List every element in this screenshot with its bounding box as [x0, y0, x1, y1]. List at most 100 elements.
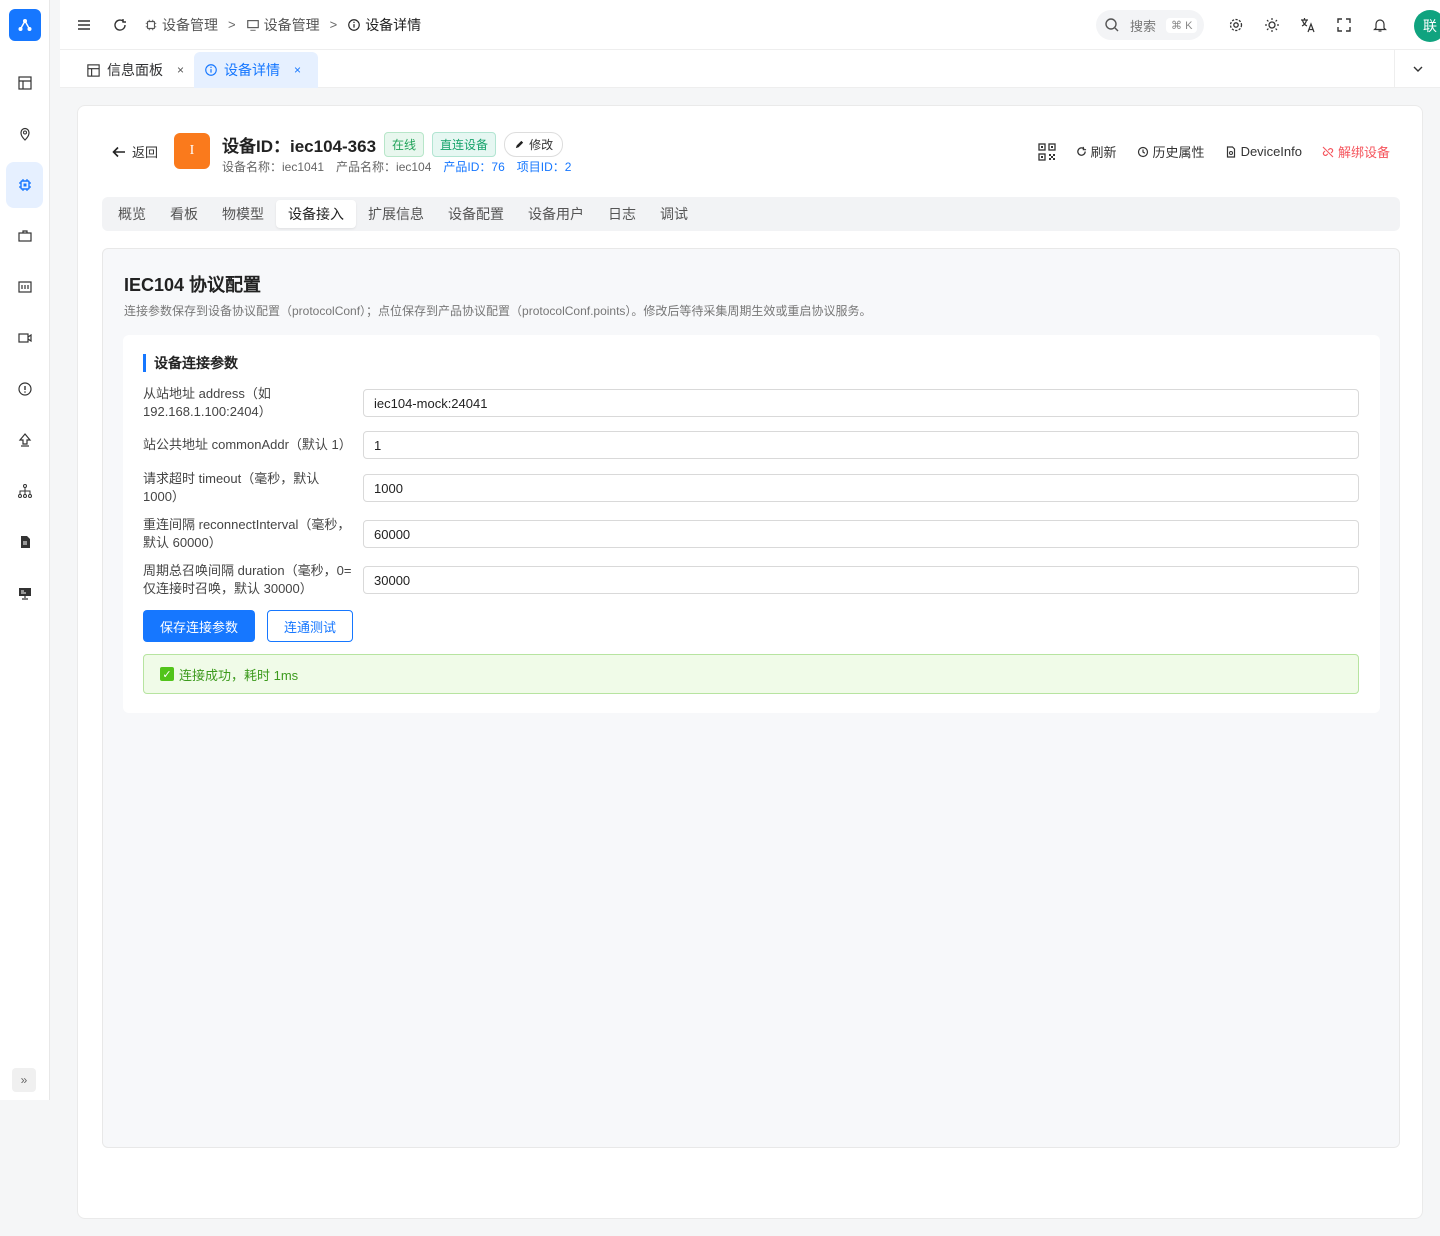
user-avatar[interactable]: 联	[1414, 10, 1440, 42]
section-title: 设备连接参数	[143, 354, 238, 372]
screen-icon	[18, 588, 31, 600]
theme-toggle-button[interactable]	[1262, 15, 1282, 35]
qrcode-button[interactable]	[1037, 142, 1056, 161]
qrcode-icon	[1037, 142, 1056, 161]
tab-device-access[interactable]: 设备接入	[276, 200, 356, 228]
breadcrumb-item: 设备详情	[347, 15, 421, 35]
refresh-label: 刷新	[1090, 145, 1117, 160]
breadcrumb-item[interactable]: 设备管理	[246, 15, 320, 35]
breadcrumb-label: 设备管理	[263, 16, 320, 33]
field-label: 周期总召唤间隔 duration（毫秒，0=仅连接时召唤，默认 30000）	[143, 563, 352, 596]
sidebar-item-map[interactable]	[6, 111, 43, 157]
breadcrumb: 设备管理 > 设备管理 > 设备详情	[144, 15, 421, 35]
sidebar-item-briefcase[interactable]	[6, 213, 43, 259]
bell-icon	[1373, 19, 1387, 32]
sidebar-item-screen[interactable]	[6, 570, 43, 616]
gear-icon	[1229, 18, 1243, 32]
dashboard-icon	[17, 76, 32, 90]
tab-dropdown-button[interactable]	[1394, 50, 1440, 88]
device-title: 设备ID：iec104-363	[222, 137, 377, 156]
briefcase-icon	[17, 230, 32, 242]
logo-icon	[18, 19, 32, 31]
menu-toggle-button[interactable]	[72, 13, 96, 37]
tab-dashboard[interactable]: 信息面板 ×	[76, 52, 194, 88]
edit-button[interactable]: 修改	[504, 132, 564, 157]
app-logo[interactable]	[9, 9, 41, 41]
video-icon	[17, 333, 32, 343]
notifications-button[interactable]	[1370, 15, 1390, 35]
search-button[interactable]: 搜索 ⌘ K	[1096, 10, 1204, 40]
device-icon	[246, 19, 259, 31]
address-input[interactable]: iec104-mock:24041	[363, 389, 1359, 417]
settings-button[interactable]	[1226, 15, 1246, 35]
search-label: 搜索	[1130, 18, 1157, 34]
sidebar-item-dashboard[interactable]	[6, 60, 43, 106]
connection-result-alert: ✓ 连接成功，耗时 1ms	[143, 654, 1359, 694]
sidebar-item-devices[interactable]	[6, 162, 43, 208]
device-avatar: I	[174, 133, 210, 169]
breadcrumb-item[interactable]: 设备管理	[144, 15, 218, 35]
tab-thing-model[interactable]: 物模型	[210, 200, 276, 228]
field-common-addr: 站公共地址 commonAddr（默认 1） 1	[143, 431, 1359, 459]
sidebar-item-monitor[interactable]	[6, 264, 43, 310]
history-button[interactable]: 历史属性	[1137, 142, 1205, 161]
edit-label: 修改	[529, 138, 554, 152]
device-detail-card: 返回 I 设备ID：iec104-363 在线 直连设备 修改 设备名称：iec…	[77, 105, 1423, 1219]
hamburger-icon	[78, 19, 90, 30]
device-title-row: 设备ID：iec104-363 在线 直连设备 修改	[222, 132, 564, 157]
tab-bar: 信息面板 × 设备详情 ×	[60, 50, 1440, 88]
device-actions: 刷新 历史属性 DeviceInfo 解绑设备	[1037, 142, 1390, 161]
common-addr-input[interactable]: 1	[363, 431, 1359, 459]
duration-input[interactable]: 30000	[363, 566, 1359, 594]
back-button[interactable]: 返回	[112, 142, 158, 161]
project-id-link[interactable]: 项目ID：2	[517, 158, 572, 175]
status-badge: 在线	[384, 132, 425, 157]
result-text: 连接成功，耗时 1ms	[179, 667, 299, 683]
deviceinfo-button[interactable]: DeviceInfo	[1225, 144, 1302, 159]
unlink-icon	[1322, 146, 1334, 157]
sidebar-item-documents[interactable]	[6, 519, 43, 565]
reload-button[interactable]	[108, 13, 132, 37]
map-pin-icon	[19, 127, 30, 141]
sidebar-item-network[interactable]	[6, 468, 43, 514]
tab-extended-info[interactable]: 扩展信息	[356, 200, 436, 228]
panel-title: IEC104 协议配置	[124, 275, 262, 295]
tab-debug[interactable]: 调试	[648, 200, 700, 228]
sidebar-item-video[interactable]	[6, 315, 43, 361]
protocol-config-panel: IEC104 协议配置 连接参数保存到设备协议配置（protocolConf）；…	[102, 248, 1400, 1148]
sun-icon	[1265, 18, 1279, 32]
refresh-button[interactable]: 刷新	[1076, 142, 1117, 161]
timeout-input[interactable]: 1000	[363, 474, 1359, 502]
close-icon[interactable]: ×	[294, 63, 301, 77]
tab-device-users[interactable]: 设备用户	[516, 200, 596, 228]
breadcrumb-label: 设备详情	[365, 16, 422, 33]
tab-overview[interactable]: 概览	[106, 200, 158, 228]
close-icon[interactable]: ×	[177, 63, 184, 77]
product-id-link[interactable]: 产品ID：76	[443, 158, 504, 175]
device-meta: 设备名称：iec1041 产品名称：iec104 产品ID：76 项目ID：2	[222, 158, 571, 175]
top-bar: 设备管理 > 设备管理 > 设备详情 搜索 ⌘ K 联	[60, 0, 1440, 50]
connection-params-card: 设备连接参数 从站地址 address（如 192.168.1.100:2404…	[123, 335, 1380, 713]
save-params-button[interactable]: 保存连接参数	[143, 610, 255, 642]
test-connection-button[interactable]: 连通测试	[267, 610, 353, 642]
reconnect-interval-input[interactable]: 60000	[363, 520, 1359, 548]
search-shortcut: ⌘ K	[1166, 17, 1198, 33]
sidebar-item-alerts[interactable]	[6, 366, 43, 412]
info-icon	[348, 18, 361, 31]
tab-board[interactable]: 看板	[158, 200, 210, 228]
panel-icon	[17, 281, 32, 293]
sidebar-item-upgrade[interactable]	[6, 417, 43, 463]
field-label: 重连间隔 reconnectInterval（毫秒，默认 60000）	[143, 517, 351, 550]
field-label: 站公共地址 commonAddr（默认 1）	[143, 437, 352, 452]
unbind-button[interactable]: 解绑设备	[1322, 142, 1390, 161]
language-button[interactable]	[1298, 15, 1318, 35]
deviceinfo-label: DeviceInfo	[1240, 144, 1302, 159]
tab-device-config[interactable]: 设备配置	[436, 200, 516, 228]
info-icon	[205, 64, 217, 76]
sidebar-expand-button[interactable]: »	[12, 1068, 36, 1092]
tab-logs[interactable]: 日志	[596, 200, 648, 228]
fullscreen-button[interactable]	[1334, 15, 1354, 35]
back-label: 返回	[132, 145, 159, 160]
tab-device-detail[interactable]: 设备详情 ×	[194, 52, 318, 88]
check-icon: ✓	[160, 667, 174, 681]
